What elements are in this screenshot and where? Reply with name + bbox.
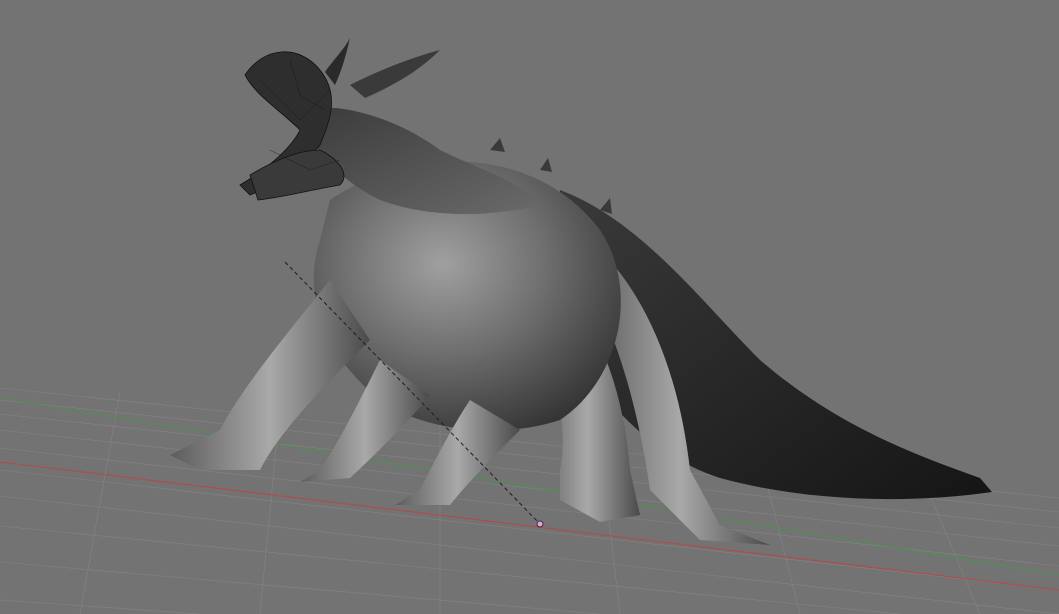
dragon-mesh[interactable] (170, 38, 992, 545)
3d-viewport[interactable] (0, 0, 1059, 614)
object-origin-dot[interactable] (536, 520, 544, 528)
dragon-horn-left (325, 38, 350, 85)
dragon-lower-jaw (249, 149, 345, 201)
dragon-horn-right (350, 50, 440, 98)
viewport-canvas[interactable] (0, 0, 1059, 614)
